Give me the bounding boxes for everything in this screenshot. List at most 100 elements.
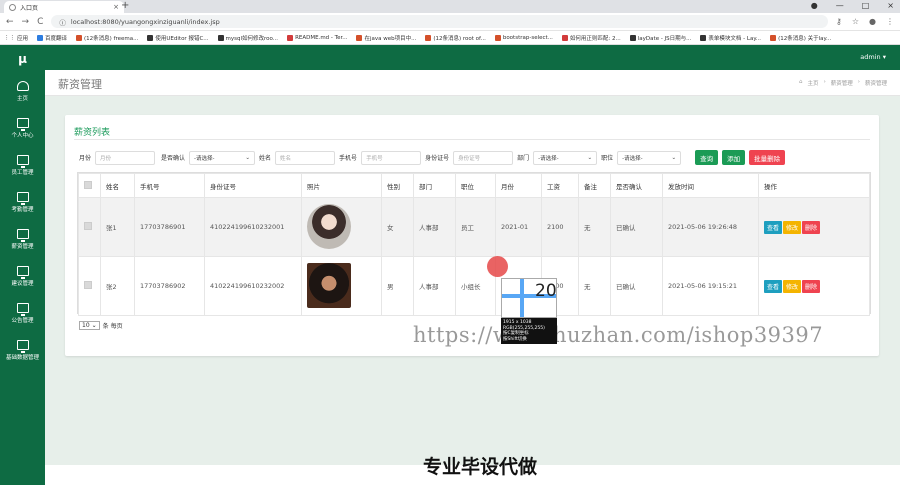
watermark-text: https://www.huzhan.com/ishop39397 — [413, 323, 824, 347]
search-button[interactable]: 查询 — [695, 150, 719, 165]
chevron-down-icon: ⌄ — [245, 154, 251, 161]
column-header: 部门 — [413, 173, 456, 198]
sidebar-item-notices[interactable]: 公告管理 — [0, 295, 45, 332]
reload-button[interactable]: C — [37, 17, 43, 27]
bookmark-item[interactable]: (12条消息) 关于lay... — [770, 34, 831, 42]
close-tab-icon[interactable]: × — [113, 3, 119, 11]
back-button[interactable]: ← — [6, 17, 14, 27]
phone-cell: 17703786901 — [134, 197, 205, 257]
select-all-checkbox[interactable] — [84, 180, 92, 189]
bookmark-item[interactable]: 在java web项目中... — [356, 34, 416, 42]
edit-button[interactable]: 修改 — [783, 220, 802, 234]
delete-button[interactable]: 删除 — [802, 279, 821, 293]
bookmark-item[interactable]: README.md - Ter... — [287, 34, 347, 41]
color-picker-magnifier: 20 — [501, 278, 557, 318]
tab-title: 入口页 — [20, 4, 39, 12]
batch-delete-button[interactable]: 批量删除 — [749, 150, 786, 165]
chevron-down-icon: ⌄ — [671, 154, 677, 161]
video-caption: 专业毕设代做 — [422, 456, 537, 478]
bookmark-icon — [287, 34, 294, 41]
pagination: 10 ⌄ 条 每页 — [79, 321, 123, 330]
column-header: 操作 — [758, 173, 870, 198]
url-text: localhost:8080/yuangongxinziguanli/index… — [70, 17, 220, 26]
bookmark-icon — [217, 34, 224, 41]
window-controls: ● — □ × — [811, 1, 894, 10]
month-input[interactable]: 月份 — [95, 150, 156, 165]
minimize-button[interactable]: — — [836, 1, 844, 10]
url-field[interactable]: ⓘ localhost:8080/yuangongxinziguanli/ind… — [51, 15, 828, 28]
bookmark-item[interactable]: 表单模块文档 - Lay... — [700, 34, 761, 42]
dept-cell: 人事部 — [413, 256, 456, 316]
page-title: 薪资管理 — [58, 78, 102, 91]
row-checkbox[interactable] — [84, 281, 92, 289]
bookmark-item[interactable]: (12条消息) root of... — [425, 34, 486, 42]
add-button[interactable]: 添加 — [722, 150, 746, 165]
filter-bar: 月份 月份 是否确认 -请选择- ⌄ 姓名 姓名 手机号 手机号 身份证号 身份证… — [79, 149, 859, 166]
idcard-label: 身份证号 — [425, 155, 450, 162]
name-input[interactable]: 姓名 — [275, 150, 336, 165]
browser-tab[interactable]: 入口页 × — [4, 1, 124, 13]
confirmed-label: 是否确认 — [161, 155, 186, 162]
photo-cell — [301, 197, 382, 257]
cursor-highlight — [487, 256, 508, 277]
sidebar-item-employees[interactable]: 员工管理 — [0, 147, 45, 184]
crosshair-vertical — [520, 279, 524, 317]
view-button[interactable]: 查看 — [764, 220, 783, 234]
per-page-label: 条 每页 — [102, 323, 123, 330]
close-window-button[interactable]: × — [887, 1, 894, 10]
bookmark-item[interactable]: (12条消息) freema... — [76, 34, 138, 42]
sidebar-item-suggestions[interactable]: 建议管理 — [0, 258, 45, 295]
menu-icon[interactable]: ⋮ — [886, 17, 894, 26]
sidebar-item-home[interactable]: 主页 — [0, 73, 45, 110]
bookmark-item[interactable]: mysql如何修改roo... — [217, 34, 278, 42]
row-checkbox[interactable] — [84, 222, 92, 230]
bookmark-icon — [37, 34, 44, 41]
bookmark-item[interactable]: 百度翻译 — [37, 34, 67, 42]
bookmark-item[interactable]: layDate - JS日期与... — [629, 34, 691, 42]
bookmark-item[interactable]: 使用UEditor 报错C... — [147, 34, 209, 42]
breadcrumb-section[interactable]: 薪资管理 — [831, 79, 853, 87]
home-icon: ⌂ — [799, 79, 803, 85]
employee-photo — [307, 203, 351, 249]
sidebar-item-profile[interactable]: 个人中心 — [0, 110, 45, 147]
dept-select[interactable]: -请选择- ⌄ — [533, 150, 598, 165]
bookmark-icon — [494, 34, 501, 41]
monitor-icon — [16, 340, 29, 353]
edit-button[interactable]: 修改 — [783, 279, 802, 293]
idcard-input[interactable]: 身份证号 — [453, 150, 514, 165]
column-header: 身份证号 — [204, 173, 302, 198]
bookmark-item[interactable]: 如何用正则匹配: 2... — [561, 34, 621, 42]
new-tab-button[interactable]: + — [121, 0, 129, 11]
record-icon[interactable]: ● — [811, 1, 818, 10]
bookmark-item[interactable]: bootstrap-select... — [494, 34, 553, 41]
forward-button[interactable]: → — [22, 17, 30, 27]
star-icon[interactable]: ☆ — [852, 17, 859, 26]
breadcrumb-home[interactable]: 主页 — [808, 79, 819, 87]
key-icon[interactable]: ⚷ — [836, 17, 842, 26]
page-size-select[interactable]: 10 ⌄ — [79, 321, 100, 330]
delete-button[interactable]: 删除 — [802, 220, 821, 234]
sidebar-item-basic-data[interactable]: 基础数据管理 — [0, 332, 45, 369]
page-header: 薪资管理 ⌂ 主页 › 薪资管理 › 薪资管理 — [45, 70, 900, 96]
name-cell: 张1 — [100, 197, 135, 257]
magnifier-hint: 按Shift切换 — [503, 336, 527, 342]
sidebar-item-salary[interactable]: 薪资管理 — [0, 221, 45, 258]
monitor-icon — [16, 266, 29, 279]
position-select[interactable]: -请选择- ⌄ — [617, 150, 682, 165]
actions-cell: 查看 修改 删除 — [758, 256, 870, 316]
divider — [74, 139, 870, 140]
view-button[interactable]: 查看 — [764, 279, 783, 293]
column-header: 是否确认 — [610, 173, 663, 198]
phone-input[interactable]: 手机号 — [361, 150, 422, 165]
user-menu[interactable]: admin ▾ — [860, 53, 886, 61]
dept-label: 部门 — [517, 155, 530, 162]
chevron-down-icon: ⌄ — [91, 322, 97, 329]
profile-icon[interactable]: ● — [869, 17, 876, 26]
bookmark-apps[interactable]: ⋮⋮ 应用 — [4, 34, 28, 42]
position-label: 职位 — [601, 155, 614, 162]
salary-cell: 2100 — [541, 197, 579, 257]
maximize-button[interactable]: □ — [862, 1, 870, 10]
sidebar-item-attendance[interactable]: 考勤管理 — [0, 184, 45, 221]
monitor-icon — [16, 118, 29, 131]
confirmed-select[interactable]: -请选择- ⌄ — [189, 150, 256, 165]
